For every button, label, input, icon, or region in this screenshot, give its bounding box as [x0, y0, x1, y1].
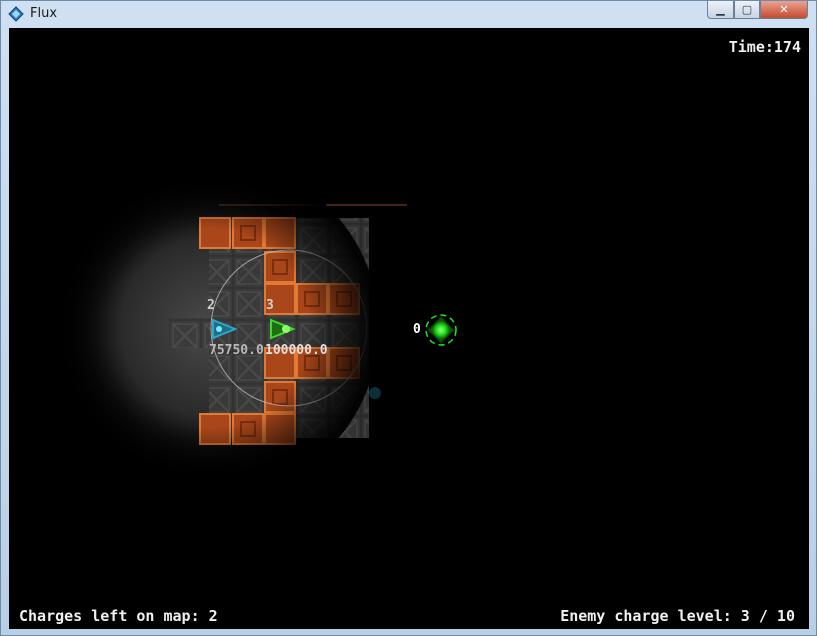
- game-viewport[interactable]: 2 75750.0 3 100000.0 0 Time:174 Charges …: [9, 28, 809, 629]
- app-window: Flux ▁ ▢ ✕ 2 75750.0 3 100000.0 0 Time:1…: [0, 0, 817, 636]
- maximize-button[interactable]: ▢: [734, 1, 760, 19]
- title-bar[interactable]: Flux ▁ ▢ ✕: [1, 1, 816, 27]
- charges-left-status: Charges left on map: 2: [19, 607, 218, 625]
- unit-3-id-label: 3: [266, 298, 274, 313]
- unit-3-value-label: 100000.0: [265, 343, 328, 358]
- window-title: Flux: [30, 6, 58, 21]
- fog-vignette: [39, 158, 379, 498]
- time-counter: Time:174: [728, 38, 801, 56]
- enemy-charge-level-status: Enemy charge level: 3 / 10: [560, 607, 795, 625]
- close-button[interactable]: ✕: [760, 1, 808, 19]
- minimize-button[interactable]: ▁: [707, 1, 734, 19]
- game-map[interactable]: [9, 28, 809, 629]
- unit-2-value-label: 75750.0: [209, 343, 264, 358]
- unit-2-id-label: 2: [207, 298, 215, 313]
- flux-app-icon: [8, 6, 24, 22]
- charge-target-label: 0: [413, 322, 421, 337]
- enemy-marker[interactable]: [369, 387, 381, 399]
- close-icon: ✕: [779, 3, 789, 16]
- maximize-icon: ▢: [741, 3, 753, 16]
- charge-target[interactable]: [425, 314, 457, 346]
- minimize-icon: ▁: [716, 3, 725, 16]
